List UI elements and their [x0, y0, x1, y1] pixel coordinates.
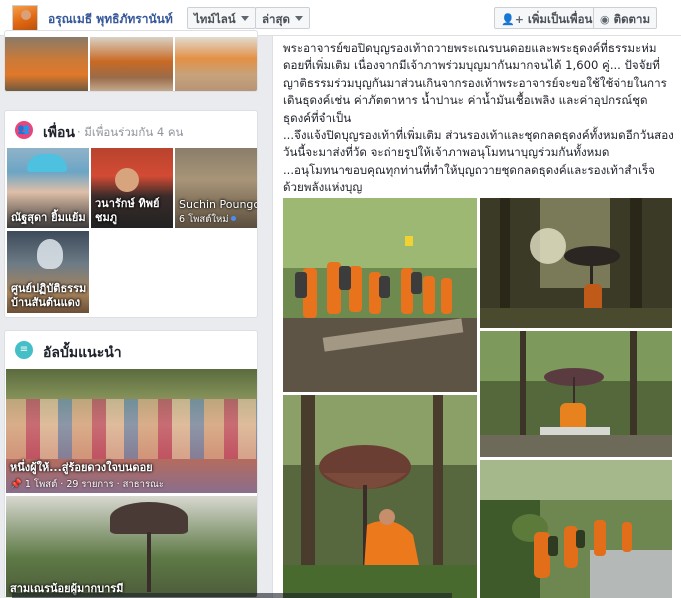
add-friend-icon: 👤+ — [501, 13, 524, 26]
tree-shape — [37, 239, 63, 269]
rss-icon: ◉ — [600, 13, 610, 26]
next-post-preview — [12, 593, 452, 598]
mutual-friends-count: · มีเพื่อนร่วมกัน 4 คน — [77, 125, 184, 139]
latest-menu-button[interactable]: ล่าสุด — [255, 7, 310, 29]
album-stack-icon: ≡ — [15, 341, 33, 359]
children-group-shape — [6, 399, 257, 459]
friend-name: ณัฐสุดา ยิ้มแย้ม — [11, 211, 86, 224]
cap-shape — [27, 154, 67, 172]
post-paragraph: พระอาจารย์ขอปิดบุญรองเท้าถวายพระเณรบนดอย… — [283, 41, 667, 125]
post-photo-monk-meditating[interactable] — [480, 331, 672, 457]
profile-avatar[interactable] — [12, 5, 38, 31]
post-paragraph: ...อนุโมทนาขอบคุณทุกท่านที่ทำให้บุญถวายช… — [283, 162, 655, 195]
friend-name: วนารักษ์ ทิพย์ ชมภู — [95, 197, 160, 224]
add-friend-button[interactable]: 👤+ เพิ่มเป็นเพื่อน — [494, 7, 600, 29]
follow-button[interactable]: ◉ ติดตาม — [593, 7, 658, 29]
umbrella-pole-shape — [147, 532, 151, 592]
friend-tile[interactable]: Suchin Poungchine 6 โพสต์ใหม่ — [175, 148, 257, 228]
follow-label: ติดตาม — [613, 12, 651, 26]
photo-thumbnail[interactable] — [90, 37, 173, 91]
friend-tile[interactable]: ศูนย์ปฏิบัติธรรม บ้านสันต้นแดง — [7, 231, 89, 313]
album-meta: 📌 1 โพสต์ · 29 รายการ · สาธารณะ — [10, 479, 164, 490]
album-tile[interactable]: สามเณรน้อยผู้มากบารมี — [6, 496, 257, 597]
albums-card: ≡ อัลบั้มแนะนำ หนึ่งผู้ให้...สู่ร้อยดวงใ… — [4, 330, 258, 598]
album-title: หนึ่งผู้ให้...สู่ร้อยดวงใจบนดอย — [10, 461, 153, 474]
photo-thumbnail[interactable] — [175, 37, 257, 91]
profile-name-link[interactable]: อรุณเมธี พุทธิภัทรานันท์ — [48, 10, 173, 29]
post-photo-monks-hiking[interactable] — [283, 198, 477, 392]
photo-illustration — [283, 395, 477, 598]
post-photo-monk-sitting-umbrella[interactable] — [283, 395, 477, 598]
online-dot-icon — [230, 216, 236, 221]
add-friend-label: เพิ่มเป็นเพื่อน — [527, 12, 593, 26]
photo-illustration — [283, 198, 477, 392]
new-posts-label: 6 โพสต์ใหม่ — [179, 214, 229, 225]
post-photo-monks-stream[interactable] — [480, 460, 672, 598]
friend-name: Suchin Poungchine — [179, 198, 257, 211]
album-meta-text: 1 โพสต์ · 29 รายการ · สาธารณะ — [24, 479, 164, 490]
friends-title[interactable]: เพื่อน — [43, 122, 75, 144]
post-card: พระอาจารย์ขอปิดบุญรองเท้าถวายพระเณรบนดอย… — [272, 36, 681, 598]
photo-illustration — [480, 460, 672, 598]
latest-menu-label: ล่าสุด — [262, 12, 290, 26]
photo-thumbnail[interactable] — [5, 37, 88, 91]
post-body: พระอาจารย์ขอปิดบุญรองเท้าถวายพระเณรบนดอย… — [283, 40, 675, 197]
face-shape — [115, 168, 139, 192]
friend-tile[interactable]: วนารักษ์ ทิพย์ ชมภู — [91, 148, 173, 228]
chevron-down-icon — [295, 16, 303, 21]
post-photo-monk-umbrella-forest[interactable] — [480, 198, 672, 328]
photo-illustration — [480, 331, 672, 457]
photos-card — [4, 30, 258, 92]
timeline-menu-button[interactable]: ไทม์ไลน์ — [187, 7, 256, 29]
friend-new-posts: 6 โพสต์ใหม่ — [179, 214, 236, 226]
friend-name: ศูนย์ปฏิบัติธรรม บ้านสันต้นแดง — [11, 282, 87, 309]
friends-icon: 👥 — [15, 121, 33, 139]
friend-tile[interactable]: ณัฐสุดา ยิ้มแย้ม — [7, 148, 89, 228]
friends-card: 👥 เพื่อน · มีเพื่อนร่วมกัน 4 คน ณัฐสุดา … — [4, 110, 258, 318]
post-paragraph: ...จึงแจ้งปิดบุญรองเท้าที่เพิ่มเติม ส่วน… — [283, 128, 674, 160]
photo-illustration — [480, 198, 672, 328]
timeline-menu-label: ไทม์ไลน์ — [194, 12, 236, 26]
umbrella-shape — [110, 502, 188, 534]
chevron-down-icon — [240, 16, 249, 21]
album-tile[interactable]: หนึ่งผู้ให้...สู่ร้อยดวงใจบนดอย 📌 1 โพสต… — [6, 369, 257, 493]
albums-title[interactable]: อัลบั้มแนะนำ — [43, 342, 122, 364]
